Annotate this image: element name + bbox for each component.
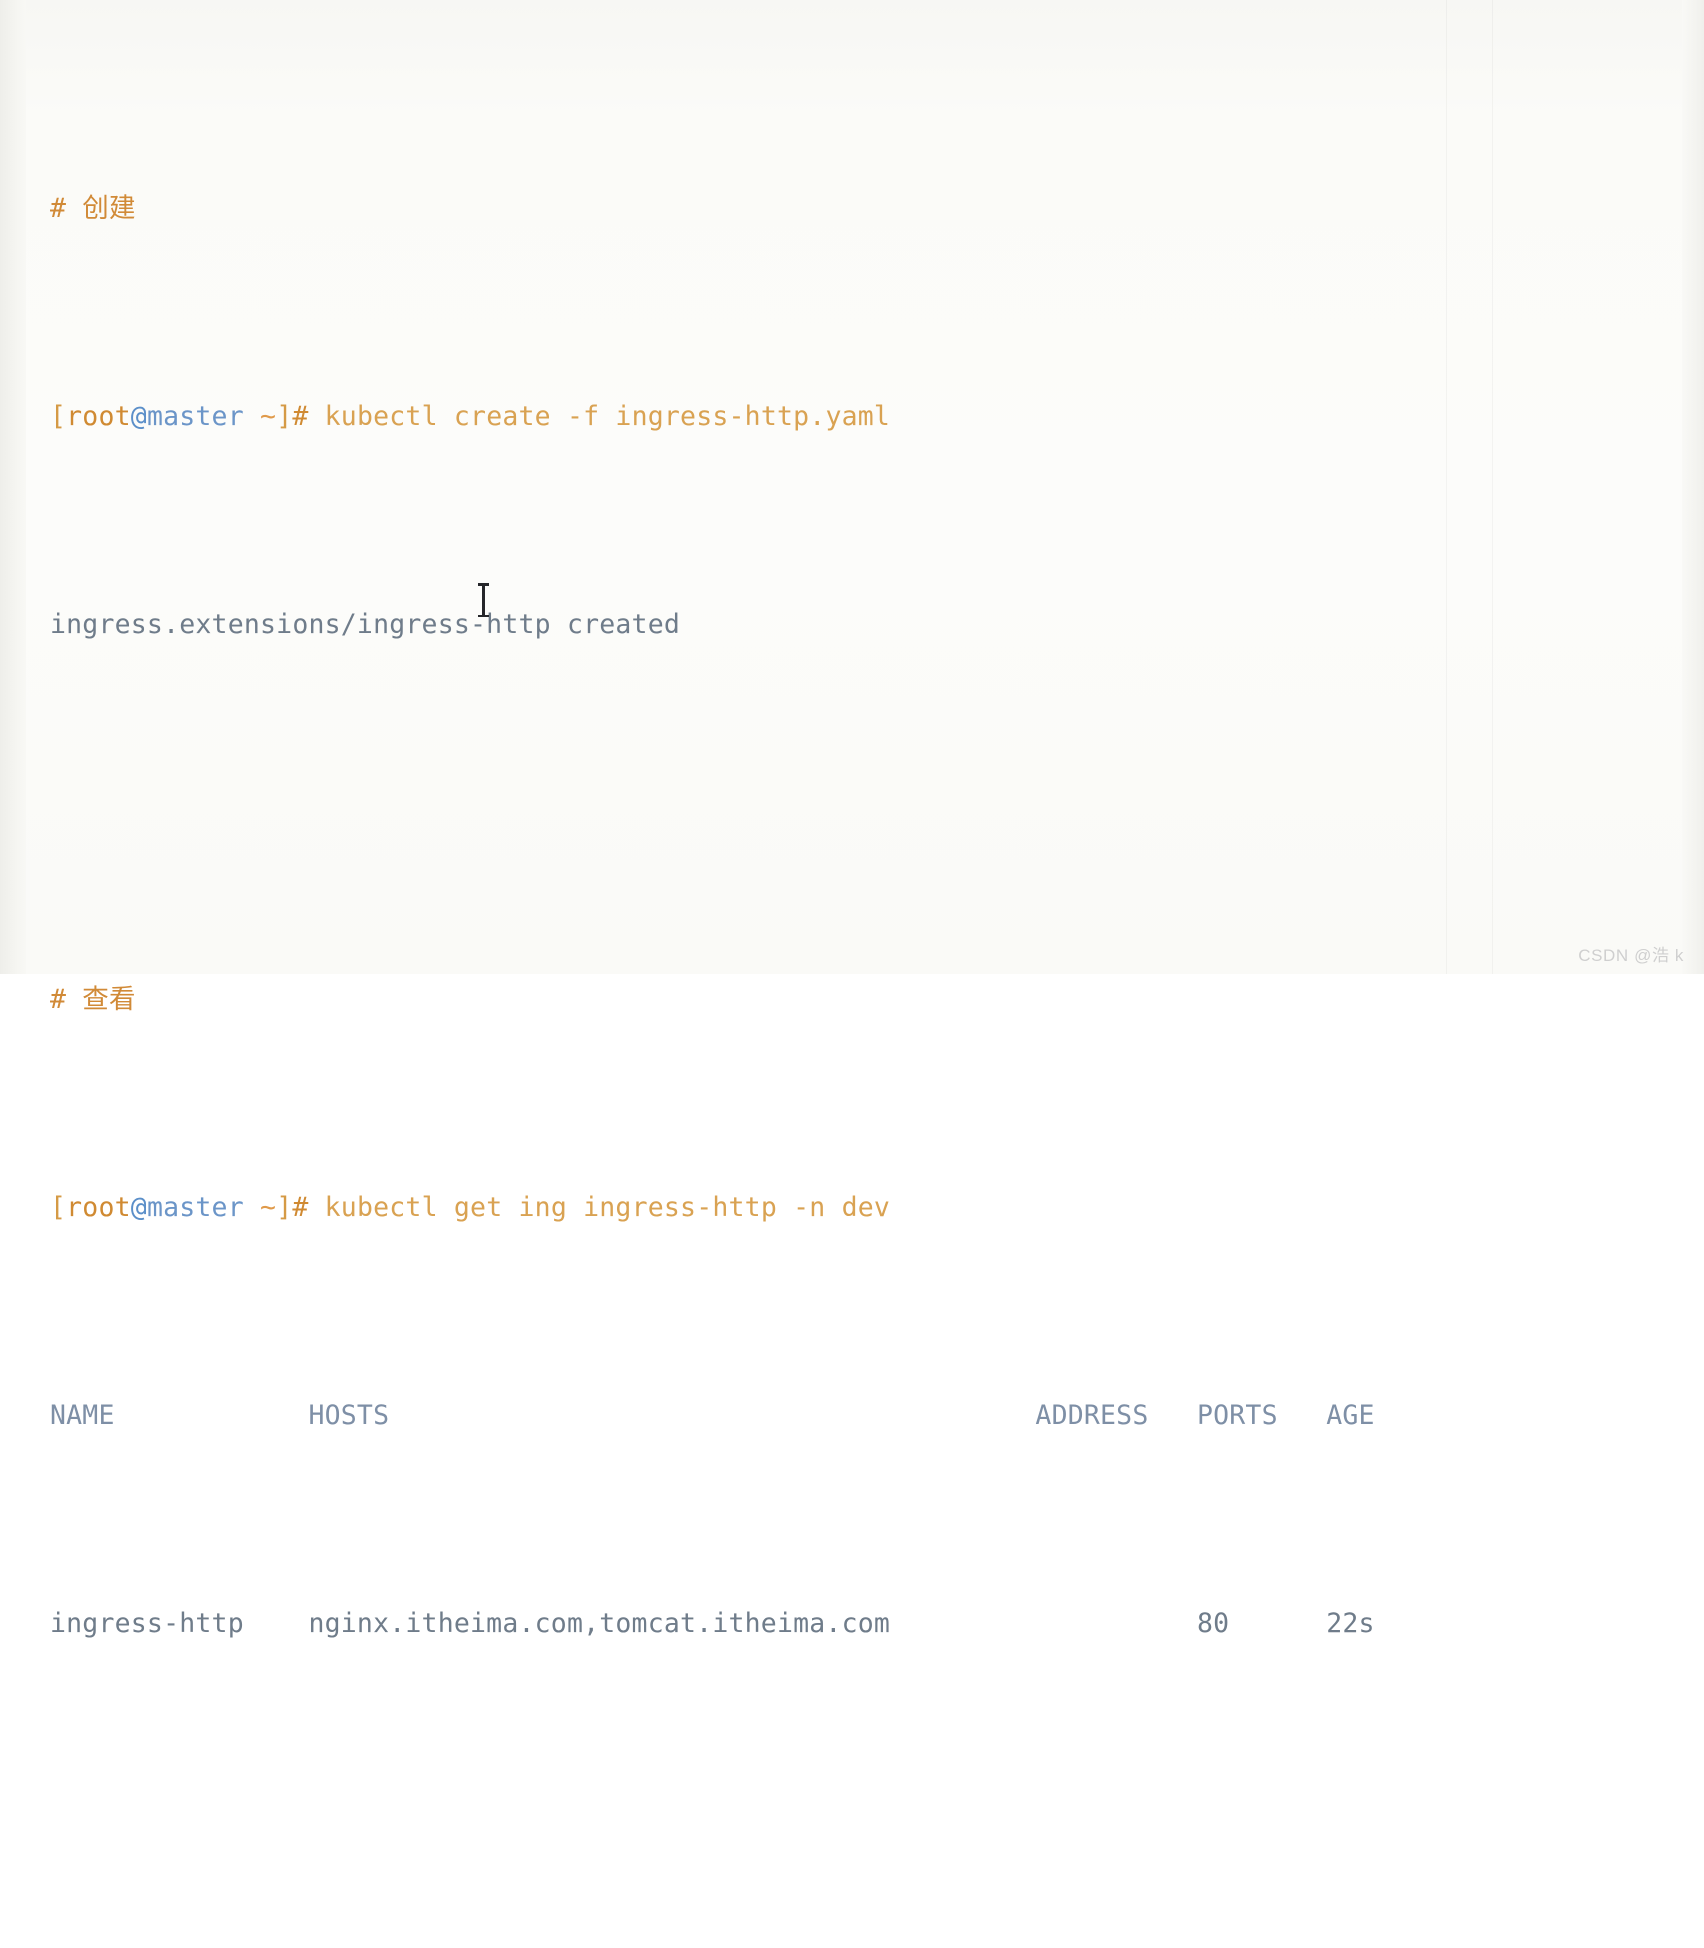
prompt-at-sign: @	[130, 1191, 147, 1223]
command-create-text: kubectl create -f ingress-http.yaml	[308, 401, 891, 433]
prompt-close-bracket: ]	[276, 401, 293, 433]
prompt-host: master	[146, 401, 244, 433]
comment-view-text: # 查看	[50, 983, 136, 1015]
prompt-open-bracket: [	[50, 401, 67, 433]
console-line-blank-2	[50, 1769, 1674, 1811]
terminal-screenshot: # 创建 [root@master ~]# kubectl create -f …	[0, 0, 1704, 1639]
console-line-cmd-get-ing: [root@master ~]# kubectl get ing ingress…	[50, 1187, 1674, 1229]
console-line-comment-view: # 查看	[50, 979, 1674, 1021]
prompt-host: master	[146, 1191, 244, 1223]
command-get-ing-text: kubectl get ing ingress-http -n dev	[308, 1191, 891, 1223]
console-line-comment-create: # 创建	[50, 188, 1674, 230]
prompt-hash: #	[292, 1191, 309, 1223]
comment-create-text: # 创建	[50, 193, 136, 225]
ibeam-stem	[482, 585, 485, 615]
csdn-watermark: CSDN @浩 k	[1578, 946, 1684, 965]
text-cursor-ibeam	[478, 583, 489, 617]
prompt-close-bracket: ]	[276, 1191, 293, 1223]
table-row-text: ingress-http nginx.itheima.com,tomcat.it…	[50, 1607, 1375, 1639]
ibeam-bottom-bar	[478, 614, 489, 617]
prompt-tilde: ~	[243, 1191, 277, 1223]
prompt-user: root	[66, 1191, 131, 1223]
prompt-hash: #	[292, 401, 309, 433]
table-header-text: NAME HOSTS ADDRESS PORTS AGE	[50, 1399, 1375, 1431]
console-output: # 创建 [root@master ~]# kubectl create -f …	[50, 22, 1674, 1638]
console-line-blank-1	[50, 771, 1674, 813]
console-line-cmd-create: [root@master ~]# kubectl create -f ingre…	[50, 396, 1674, 438]
prompt-at-sign: @	[130, 401, 147, 433]
console-line-out-created: ingress.extensions/ingress-http created	[50, 604, 1674, 646]
prompt-user: root	[66, 401, 131, 433]
console-line-table-row: ingress-http nginx.itheima.com,tomcat.it…	[50, 1603, 1674, 1645]
prompt-tilde: ~	[243, 401, 277, 433]
output-created-text: ingress.extensions/ingress-http created	[50, 609, 681, 641]
prompt-open-bracket: [	[50, 1191, 67, 1223]
console-line-table-header: NAME HOSTS ADDRESS PORTS AGE	[50, 1395, 1674, 1437]
